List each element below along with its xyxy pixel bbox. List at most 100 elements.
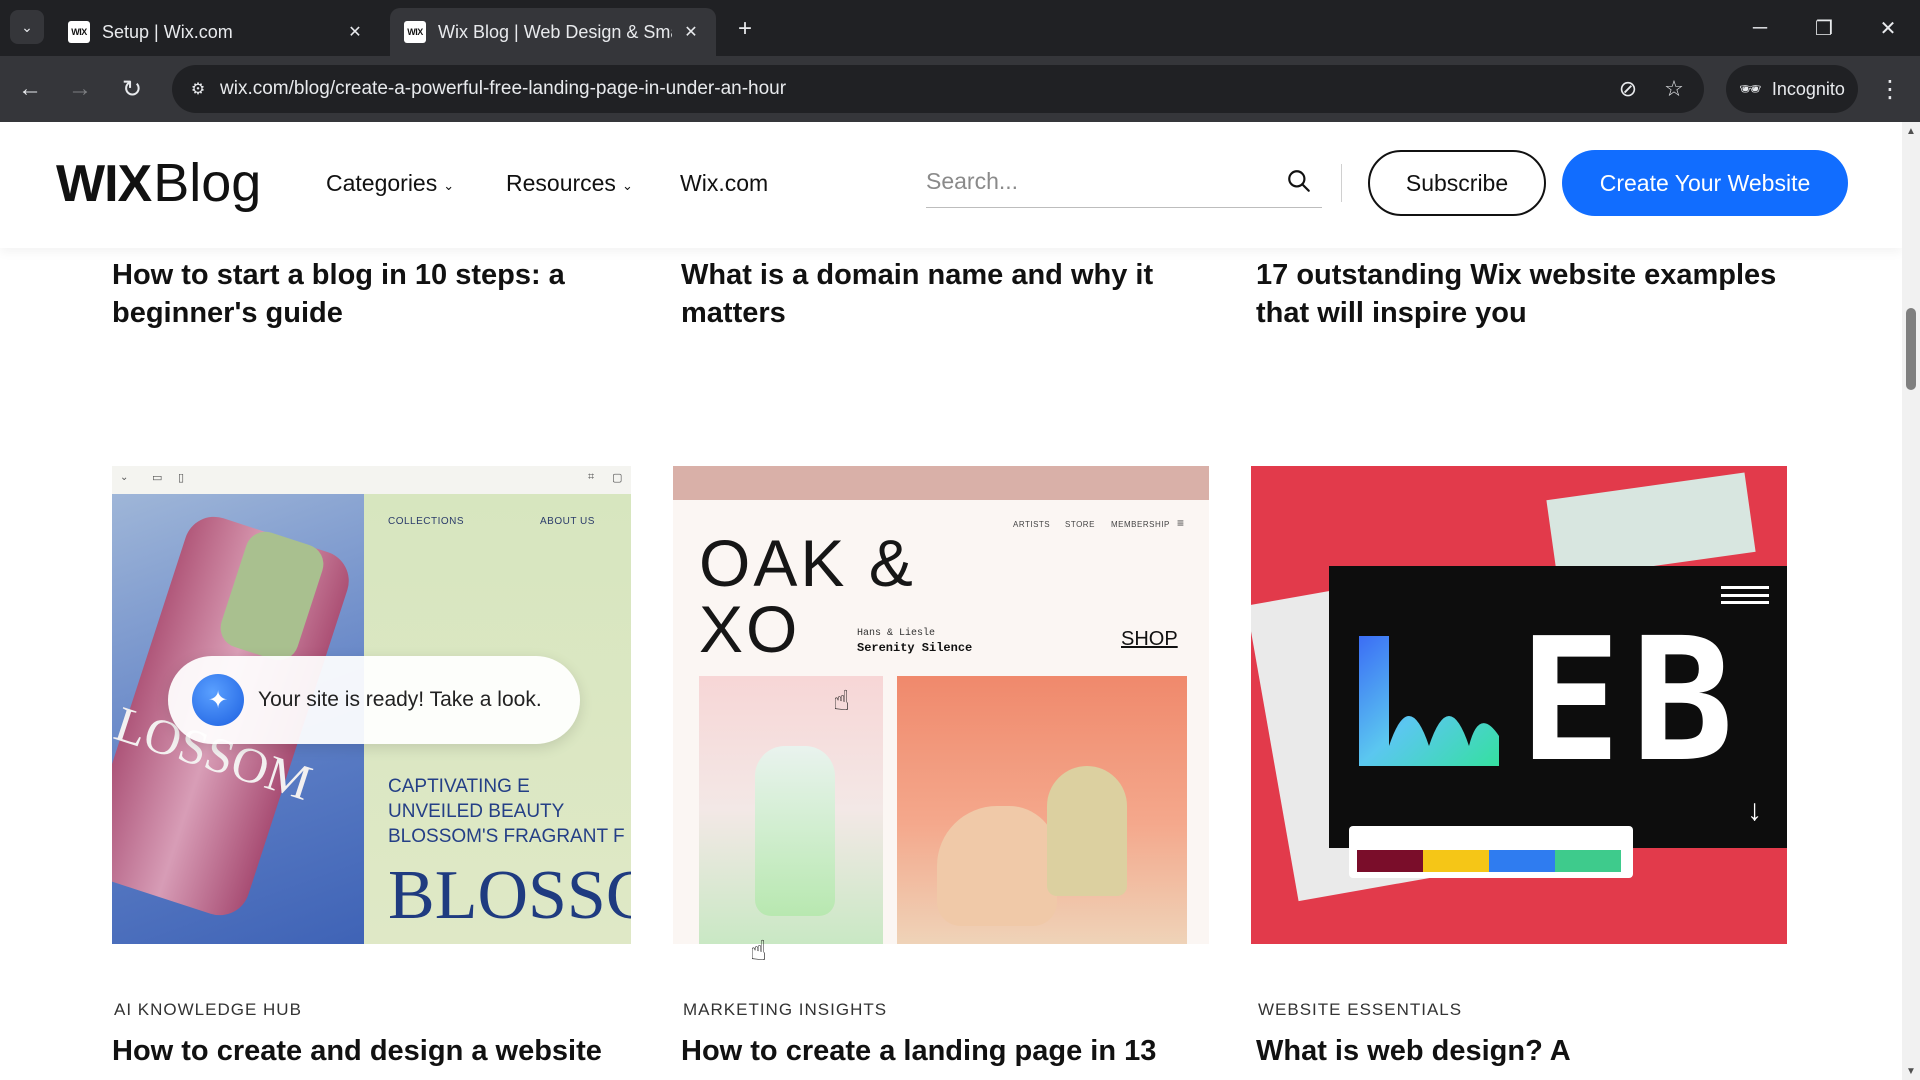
eb-big-letters: EB <box>1519 602 1744 800</box>
shop-link: SHOP <box>1121 628 1178 650</box>
nav-categories[interactable]: Categories ⌄ <box>326 170 454 197</box>
eye-off-button[interactable]: ⊘ <box>1612 73 1644 105</box>
search-box[interactable] <box>926 158 1322 208</box>
tab-list-button[interactable]: ⌄ <box>10 10 44 44</box>
site-ready-toast: ✦ Your site is ready! Take a look. <box>168 656 580 744</box>
tab-setup[interactable]: WIX Setup | Wix.com ✕ <box>54 8 380 56</box>
scroll-down-icon[interactable]: ▼ <box>1902 1062 1920 1080</box>
tab-title: Setup | Wix.com <box>102 21 233 42</box>
window-icon: ▢ <box>612 472 623 484</box>
title-line: 17 outstanding Wix website examples <box>1256 259 1777 291</box>
chevron-down-icon: ⌄ <box>120 472 129 483</box>
article-thumbnail-web-design[interactable]: EB ↓ <box>1251 466 1787 944</box>
sculpture-shape <box>1047 766 1127 896</box>
nav-wix-com[interactable]: Wix.com <box>680 170 768 197</box>
article-title-domain-name[interactable]: What is a domain name and why it matters <box>681 256 1153 332</box>
tab-wix-blog[interactable]: WIX Wix Blog | Web Design & Small ✕ <box>390 8 716 56</box>
scroll-up-icon[interactable]: ▲ <box>1902 122 1920 140</box>
article-title-blog-guide[interactable]: How to start a blog in 10 steps: a begin… <box>112 256 565 332</box>
url-text[interactable]: wix.com/blog/create-a-powerful-free-land… <box>220 78 786 100</box>
brand-line-1: OAK & <box>699 526 916 600</box>
wix-favicon-icon: WIX <box>68 21 90 43</box>
site-info-button[interactable]: ⚙ <box>182 73 214 105</box>
header-divider <box>1341 164 1342 202</box>
desktop-icon: ▭ <box>152 472 163 484</box>
close-window-button[interactable]: ✕ <box>1868 8 1908 48</box>
mock-nav-collections: COLLECTIONS <box>388 516 465 527</box>
mock-caption: CAPTIVATING E UNVEILED BEAUTY BLOSSOM'S … <box>388 774 625 849</box>
brand-sub-2: Serenity Silence <box>857 641 973 655</box>
palette-swatch <box>1489 850 1555 872</box>
address-bar[interactable]: ⚙ wix.com/blog/create-a-powerful-free-la… <box>172 65 1704 113</box>
close-icon[interactable]: ✕ <box>680 21 702 43</box>
card-category[interactable]: MARKETING INSIGHTS <box>683 1000 887 1020</box>
color-palette <box>1349 826 1633 878</box>
incognito-indicator[interactable]: 🕶 Incognito <box>1726 65 1858 113</box>
nav-resources[interactable]: Resources ⌄ <box>506 170 633 197</box>
vase-shape <box>755 746 835 916</box>
card-category[interactable]: AI KNOWLEDGE HUB <box>114 1000 302 1020</box>
page-scrollbar[interactable]: ▲ ▼ <box>1902 122 1920 1080</box>
tab-title: Wix Blog | Web Design & Small <box>438 21 672 42</box>
rock-shape <box>937 806 1057 926</box>
article-thumbnail-ai-website[interactable]: ⌄ ▭ ▯ ⌗ ▢ LOSSOM COLLECTIONS ABOUT US CA… <box>112 466 631 944</box>
minimize-icon: ─ <box>1752 16 1768 39</box>
nav-label: Categories <box>326 170 438 196</box>
title-line: that will inspire you <box>1256 297 1527 329</box>
reload-button[interactable]: ↻ <box>112 69 152 109</box>
plus-icon: + <box>737 15 752 42</box>
wix-blog-logo[interactable]: WIX Blog <box>56 152 262 213</box>
back-button[interactable]: ← <box>10 69 50 109</box>
mock-nav-about: ABOUT US <box>540 516 595 527</box>
title-line: How to start a blog in 10 steps: a <box>112 259 565 291</box>
chevron-down-icon: ⌄ <box>621 177 633 193</box>
site-header: WIX Blog Categories ⌄ Resources ⌄ Wix.co… <box>0 122 1902 248</box>
brand-sub-1: Hans & Liesle <box>857 628 936 639</box>
star-icon: ☆ <box>1664 76 1684 101</box>
mobile-icon: ▯ <box>178 472 185 484</box>
grid-icon: ⌗ <box>588 471 595 483</box>
title-line: matters <box>681 297 786 329</box>
bookmark-button[interactable]: ☆ <box>1658 73 1690 105</box>
close-icon: ✕ <box>1879 17 1897 40</box>
article-title[interactable]: How to create a landing page in 13 <box>681 1032 1156 1070</box>
palette-swatch <box>1423 850 1489 872</box>
scroll-thumb[interactable] <box>1906 308 1916 390</box>
hamburger-icon: ≡ <box>1177 516 1185 530</box>
forward-arrow-icon: → <box>68 75 92 102</box>
subscribe-button[interactable]: Subscribe <box>1368 150 1546 216</box>
create-website-button[interactable]: Create Your Website <box>1562 150 1848 216</box>
incognito-icon: 🕶 <box>1739 78 1762 99</box>
caption-line: UNVEILED BEAUTY <box>388 801 565 822</box>
mock-nav-item: MEMBERSHIP <box>1111 520 1170 529</box>
nav-label: Resources <box>506 170 616 196</box>
hand-cursor-icon: ☝ <box>750 935 768 966</box>
product-image-sculpture <box>897 676 1187 944</box>
kebab-menu-icon: ⋮ <box>1878 75 1902 103</box>
logo-blog-text: Blog <box>153 153 262 213</box>
card-category[interactable]: WEBSITE ESSENTIALS <box>1258 1000 1462 1020</box>
sparkle-icon: ✦ <box>192 674 244 726</box>
restore-button[interactable]: ❐ <box>1804 8 1844 48</box>
article-title[interactable]: How to create and design a website <box>112 1032 602 1070</box>
close-icon[interactable]: ✕ <box>344 21 366 43</box>
forward-button[interactable]: → <box>60 69 100 109</box>
new-tab-button[interactable]: + <box>730 14 760 44</box>
caption-line: BLOSSOM'S FRAGRANT F <box>388 826 625 847</box>
minimize-button[interactable]: ─ <box>1740 8 1780 48</box>
article-title-wix-examples[interactable]: 17 outstanding Wix website examples that… <box>1256 256 1776 332</box>
reload-icon: ↻ <box>121 75 143 103</box>
search-input[interactable] <box>926 158 1266 204</box>
browser-menu-button[interactable]: ⋮ <box>1874 69 1906 109</box>
search-icon[interactable] <box>1286 168 1312 194</box>
article-title[interactable]: What is web design? A <box>1256 1032 1571 1070</box>
page-viewport: WIX Blog Categories ⌄ Resources ⌄ Wix.co… <box>0 122 1902 1080</box>
restore-icon: ❐ <box>1815 17 1833 40</box>
w-gradient-letter <box>1359 636 1499 766</box>
incognito-label: Incognito <box>1771 78 1845 99</box>
product-image-vase <box>699 676 883 944</box>
mock-nav-item: ARTISTS <box>1013 520 1051 529</box>
chevron-down-icon: ⌄ <box>443 177 455 193</box>
article-thumbnail-landing-page[interactable]: ARTISTS STORE MEMBERSHIP ≡ OAK & XO Hans… <box>673 466 1209 944</box>
title-line: What is a domain name and why it <box>681 259 1154 291</box>
